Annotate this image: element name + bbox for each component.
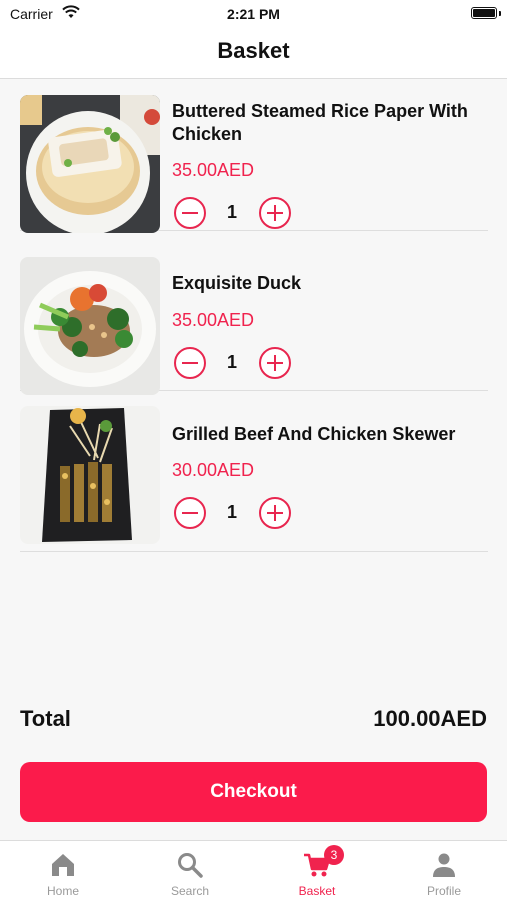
basket-item: Buttered Steamed Rice Paper With Chicken… — [20, 80, 488, 233]
item-price: 35.00AED — [172, 310, 255, 330]
person-icon — [433, 853, 455, 877]
nav-header: Basket — [0, 28, 507, 79]
tab-label: Profile — [426, 884, 461, 898]
decrease-quantity-button[interactable] — [174, 197, 206, 229]
item-price: 30.00AED — [172, 460, 255, 480]
increase-quantity-button[interactable] — [259, 347, 291, 379]
item-image — [20, 257, 160, 395]
total-label: Total — [20, 706, 71, 731]
tab-profile[interactable]: Profile — [381, 841, 507, 901]
item-image — [20, 406, 160, 544]
decrease-quantity-button[interactable] — [174, 347, 206, 379]
tab-search[interactable]: Search — [127, 841, 253, 901]
page-title: Basket — [217, 38, 290, 63]
tab-home[interactable]: Home — [0, 841, 126, 901]
item-price: 35.00AED — [172, 160, 255, 180]
tab-label: Search — [170, 884, 210, 898]
cart-count-badge: 3 — [324, 845, 344, 865]
battery-tip — [499, 11, 501, 16]
item-quantity: 1 — [226, 352, 237, 372]
item-image — [20, 95, 160, 233]
status-bar: Carrier 2:21 PM — [0, 0, 507, 28]
tab-label: Basket — [298, 884, 336, 898]
tab-basket[interactable]: 3 Basket — [254, 841, 380, 901]
tab-label: Home — [46, 884, 79, 898]
tab-bar: Home Search 3 Basket Profile — [0, 840, 507, 901]
item-name: Grilled Beef And Chicken Skewer — [172, 424, 456, 444]
increase-quantity-button[interactable] — [259, 197, 291, 229]
search-icon — [178, 853, 203, 878]
home-icon — [52, 854, 74, 876]
checkout-button[interactable]: Checkout — [20, 762, 487, 822]
clock: 2:21 PM — [227, 6, 280, 22]
total-amount: 100.00AED — [373, 706, 487, 731]
basket-item: Exquisite Duck 35.00AED 1 — [20, 240, 488, 395]
item-name: Buttered Steamed Rice Paper With Chicken — [172, 101, 468, 144]
battery-icon — [471, 7, 497, 19]
item-quantity: 1 — [226, 202, 237, 222]
item-quantity: 1 — [226, 502, 237, 522]
increase-quantity-button[interactable] — [259, 497, 291, 529]
decrease-quantity-button[interactable] — [174, 497, 206, 529]
item-name: Exquisite Duck — [172, 273, 302, 293]
basket-item: Grilled Beef And Chicken Skewer 30.00AED… — [20, 390, 488, 552]
